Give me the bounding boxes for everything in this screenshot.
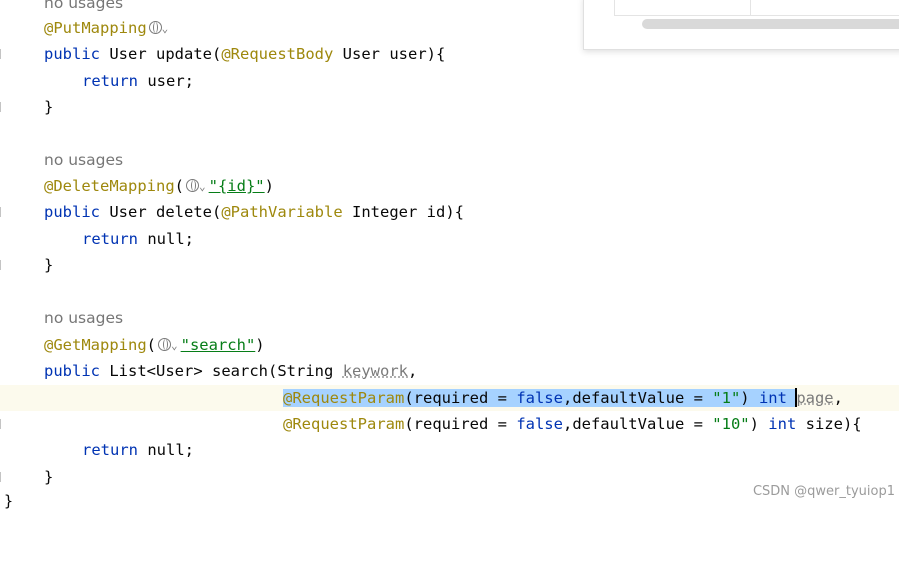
code-line: @PutMapping ⌄ bbox=[0, 15, 899, 41]
fold-marker[interactable] bbox=[0, 102, 4, 112]
globe-icon[interactable] bbox=[148, 21, 162, 34]
fold-marker[interactable] bbox=[0, 260, 4, 270]
code-line-current: @RequestParam(required = false,defaultVa… bbox=[0, 385, 899, 411]
code-line: no usages bbox=[0, 305, 899, 331]
code-line: } bbox=[0, 252, 899, 278]
watermark: CSDN @qwer_tyuiop1 bbox=[752, 484, 895, 499]
code-line: public User delete(@PathVariable Integer… bbox=[0, 199, 899, 225]
endpoint-path[interactable]: "{id}" bbox=[209, 177, 265, 195]
code-editor[interactable]: no usages @PutMapping ⌄ public User updat… bbox=[0, 0, 899, 510]
class-closing-brace: } bbox=[4, 492, 14, 510]
put-mapping-annotation: @PutMapping bbox=[44, 19, 147, 37]
usage-hint[interactable]: no usages bbox=[44, 0, 123, 16]
code-line: } bbox=[0, 94, 899, 120]
chevron-down-icon[interactable]: ⌄ bbox=[171, 339, 178, 352]
code-line: public User update(@RequestBody User use… bbox=[0, 41, 899, 67]
code-line: no usages bbox=[0, 147, 899, 173]
code-line: return null; bbox=[82, 230, 195, 248]
get-mapping-annotation: @GetMapping bbox=[44, 336, 147, 354]
globe-icon[interactable] bbox=[158, 338, 171, 351]
fold-marker[interactable] bbox=[0, 49, 4, 59]
fold-marker[interactable] bbox=[0, 419, 4, 429]
usage-hint[interactable]: no usages bbox=[44, 147, 123, 173]
usage-hint[interactable]: no usages bbox=[44, 305, 123, 331]
unused-parameter: keywork bbox=[342, 362, 409, 380]
delete-mapping-annotation: @DeleteMapping bbox=[44, 177, 175, 195]
globe-icon[interactable] bbox=[186, 179, 199, 192]
fold-marker[interactable] bbox=[0, 207, 4, 217]
code-line: no usages bbox=[0, 0, 899, 16]
fold-marker[interactable] bbox=[0, 472, 4, 482]
code-line: public List<User> search(String keywork, bbox=[44, 362, 418, 380]
chevron-down-icon[interactable]: ⌄ bbox=[199, 180, 206, 193]
code-line: return user; bbox=[82, 72, 195, 90]
endpoint-path[interactable]: "search" bbox=[181, 336, 256, 354]
text-selection: @RequestParam(required = false,defaultVa… bbox=[283, 389, 797, 407]
code-line: return null; bbox=[82, 441, 195, 459]
code-line: @RequestParam(required = false,defaultVa… bbox=[0, 411, 899, 437]
chevron-down-icon[interactable]: ⌄ bbox=[162, 22, 169, 35]
code-line: @GetMapping(⌄ "search") bbox=[44, 336, 265, 354]
code-line: @DeleteMapping(⌄ "{id}") bbox=[44, 177, 274, 195]
